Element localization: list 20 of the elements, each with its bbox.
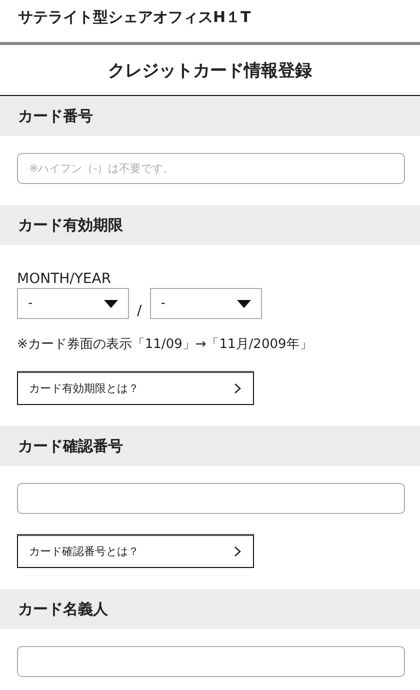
field-label: MONTH/YEAR — [17, 270, 112, 288]
caret-icon — [236, 300, 251, 308]
format-note: ※カード券面の表示「11/09」→「11月/2009年」 — [17, 336, 314, 353]
year-select[interactable]: - — [150, 288, 262, 319]
text-field[interactable] — [17, 646, 405, 677]
text-field[interactable] — [17, 483, 405, 514]
chevron-icon — [234, 546, 241, 557]
info-button[interactable]: カード有効期限とは？ — [17, 371, 254, 405]
page-title: クレジットカード情報登録 — [108, 60, 312, 82]
section-heading: カード確認番号 — [18, 436, 123, 456]
section-heading: カード名義人 — [18, 600, 108, 618]
section-heading: カード有効期限 — [18, 216, 123, 234]
caret-icon — [104, 300, 118, 308]
date-separator: / — [137, 303, 142, 319]
month-select[interactable]: - — [17, 288, 129, 319]
info-button[interactable]: カード確認番号とは？ — [17, 534, 254, 568]
chevron-icon — [234, 383, 241, 394]
section-heading: カード番号 — [18, 106, 93, 126]
text-field[interactable]: ※ハイフン（-）は不要です。 — [17, 153, 405, 184]
site-title: サテライト型シェアオフィスH１T — [18, 8, 251, 27]
